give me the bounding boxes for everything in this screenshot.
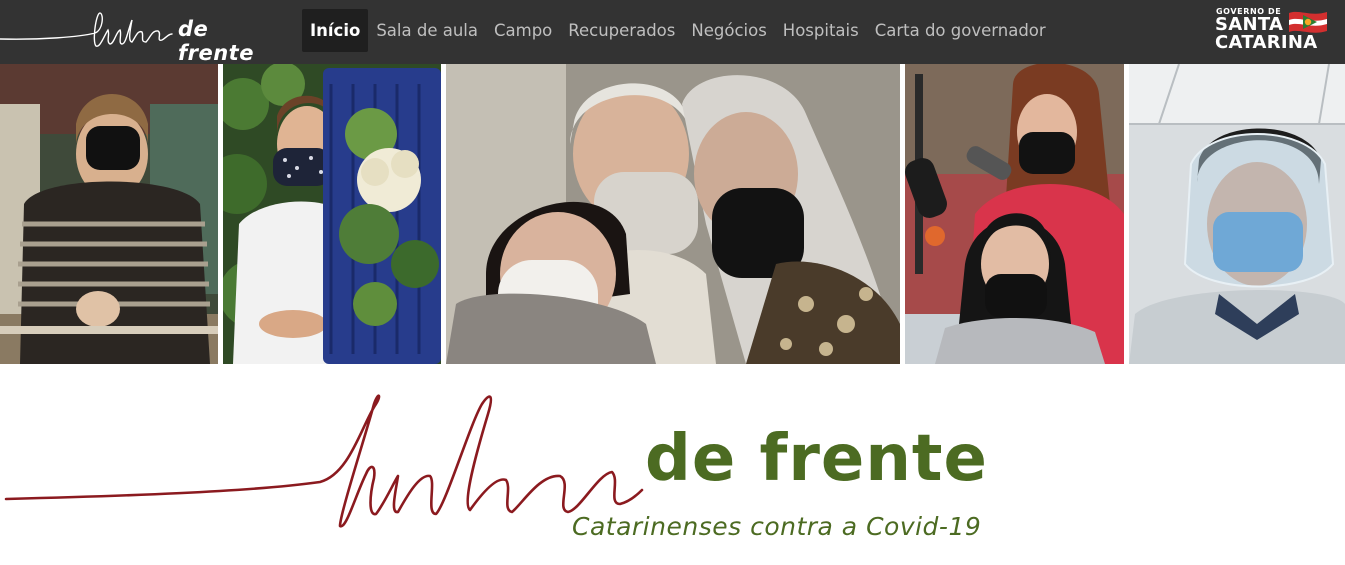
- family-portrait-icon: [446, 64, 900, 364]
- photo-health-worker: [1129, 64, 1345, 364]
- woman-portrait-icon: [0, 64, 218, 364]
- state-flag-icon: [1289, 11, 1327, 33]
- nav-item-sala-de-aula[interactable]: Sala de aula: [368, 9, 486, 52]
- logo-script-icon: [0, 12, 173, 47]
- hero-brand-word: de frente: [645, 422, 988, 496]
- site-logo[interactable]: de frente: [0, 0, 292, 65]
- health-worker-portrait-icon: [1129, 64, 1345, 364]
- nav-item-campo[interactable]: Campo: [486, 9, 560, 52]
- logo-word: de frente: [178, 17, 254, 65]
- nav-item-hospitais[interactable]: Hospitais: [775, 9, 867, 52]
- nav-item-negocios[interactable]: Negócios: [683, 9, 774, 52]
- photo-woman-striped-sweater: [0, 64, 218, 364]
- photo-hairdresser: [905, 64, 1124, 364]
- hero-tagline: Catarinenses contra a Covid-19: [572, 512, 982, 541]
- top-navbar: de frente Início Sala de aula Campo Recu…: [0, 0, 1345, 65]
- photo-strip: [0, 64, 1345, 364]
- hero-brand: de frente Catarinenses contra a Covid-19: [0, 364, 1345, 565]
- photo-man-vegetables: [223, 64, 441, 364]
- photo-family: [446, 64, 900, 364]
- nav-item-inicio[interactable]: Início: [302, 9, 369, 52]
- linha-script-logo-icon: [4, 394, 644, 528]
- main-nav: Início Sala de aula Campo Recuperados Ne…: [302, 9, 1054, 52]
- hairdresser-portrait-icon: [905, 64, 1124, 364]
- gov-logo-line3: CATARINA: [1215, 32, 1318, 53]
- nav-item-recuperados[interactable]: Recuperados: [560, 9, 683, 52]
- farmer-portrait-icon: [223, 64, 441, 364]
- nav-item-carta-do-governador[interactable]: Carta do governador: [867, 9, 1054, 52]
- governo-santa-catarina-logo[interactable]: GOVERNO DE SANTA CATARINA: [1213, 7, 1331, 55]
